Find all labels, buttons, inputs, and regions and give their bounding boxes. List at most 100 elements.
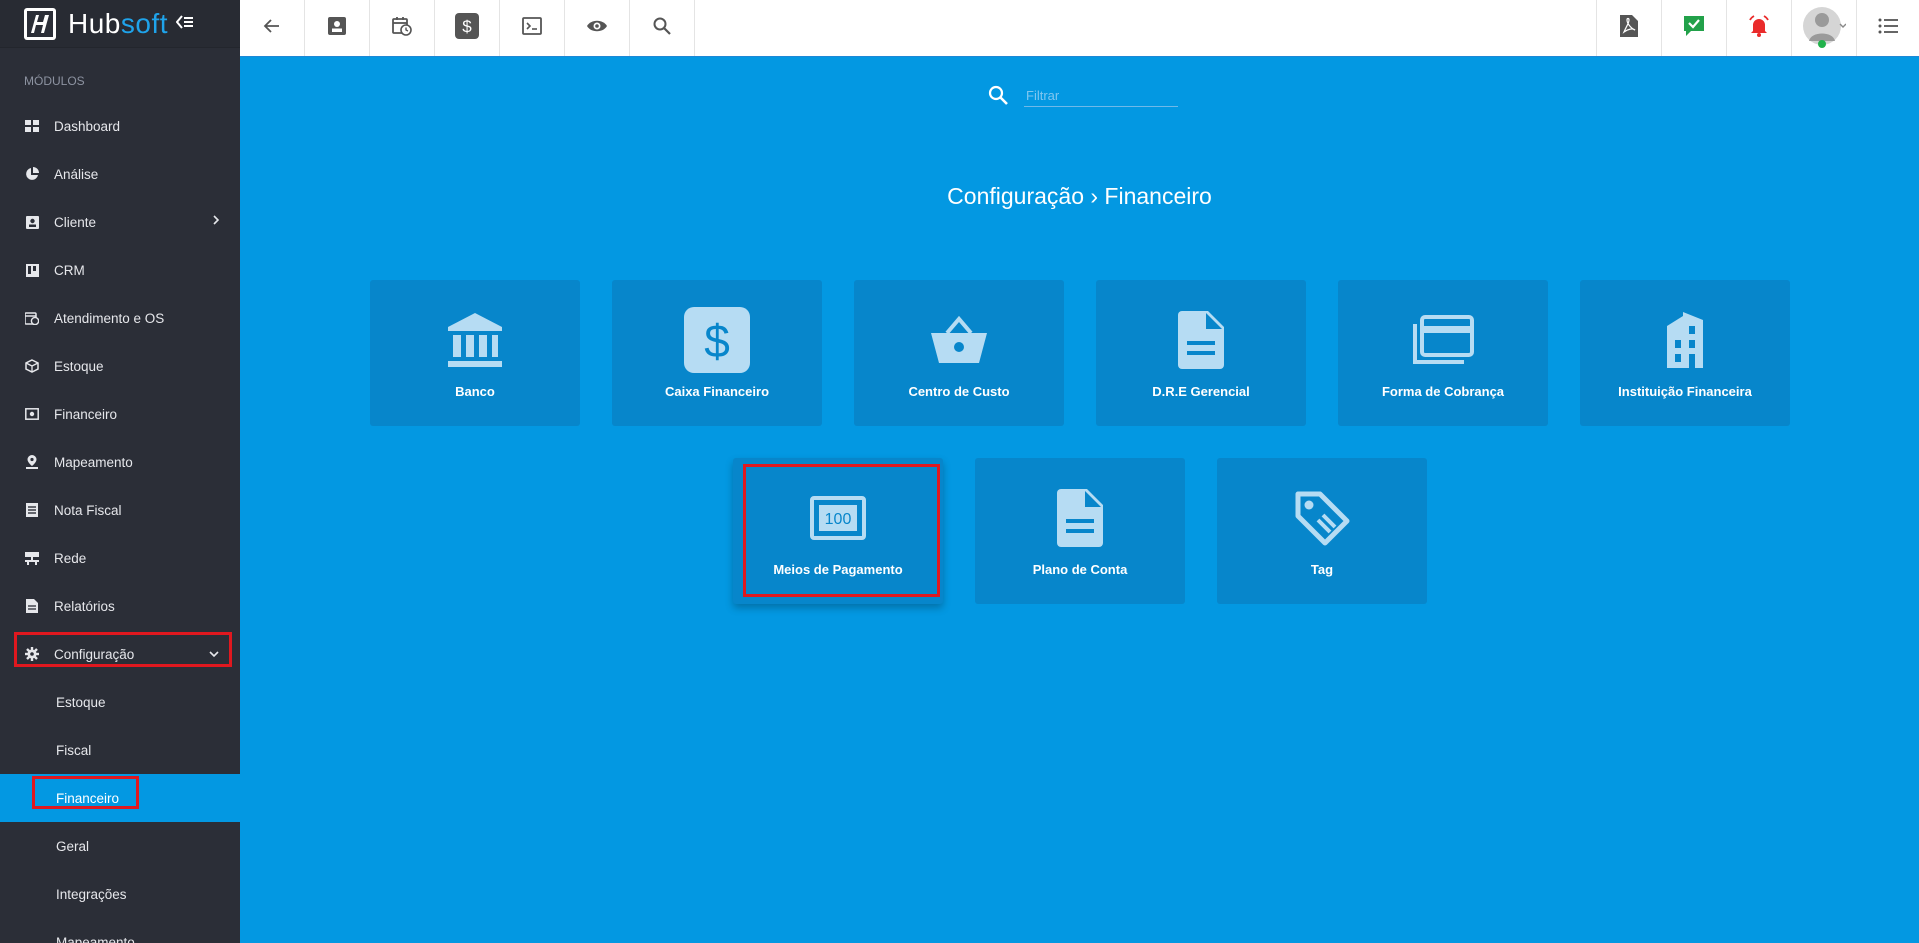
tile-banco[interactable]: Banco <box>370 280 580 426</box>
search-button[interactable] <box>630 0 695 56</box>
document-icon <box>1178 306 1224 374</box>
main-menu-button[interactable] <box>1856 0 1919 56</box>
tile-tag[interactable]: Tag <box>1217 458 1427 604</box>
dollar-icon: $ <box>455 12 479 44</box>
topbar: $ <box>240 0 1919 57</box>
calendar-clock-icon <box>392 16 412 41</box>
sidebar-item-label: Atendimento e OS <box>54 310 165 326</box>
sidebar-item-label: Relatórios <box>54 598 115 614</box>
search-icon <box>988 85 1008 110</box>
sidebar-item-label: Cliente <box>54 214 97 230</box>
tile-plano-de-conta[interactable]: Plano de Conta <box>975 458 1185 604</box>
sidebar-item-cliente[interactable]: Cliente <box>0 198 240 246</box>
sidebar-item-nota-fiscal[interactable]: Nota Fiscal <box>0 486 240 534</box>
sidebar: Hubsoft MÓDULOS Dashboard Análise Client… <box>0 0 240 943</box>
sidebar-item-label: Mapeamento <box>54 454 133 470</box>
task-check-icon <box>1683 15 1705 42</box>
dashboard-icon <box>24 118 40 134</box>
tile-dre-gerencial[interactable]: D.R.E Gerencial <box>1096 280 1306 426</box>
pdf-icon <box>1620 14 1638 42</box>
back-arrow-icon <box>263 18 281 39</box>
search-icon <box>653 17 671 40</box>
sidebar-item-label: Mapeamento <box>56 934 135 943</box>
page-title: Configuração › Financeiro <box>947 183 1212 209</box>
calendar-clock-icon <box>24 310 40 326</box>
sidebar-subitem-estoque[interactable]: Estoque <box>0 678 240 726</box>
terminal-icon <box>522 16 542 40</box>
sidebar-subitem-mapeamento[interactable]: Mapeamento <box>0 918 240 943</box>
hubsoft-logo-icon <box>24 7 56 40</box>
schedule-button[interactable] <box>370 0 435 56</box>
chevron-down-icon <box>208 646 220 661</box>
sidebar-item-configuracao[interactable]: Configuração <box>0 630 240 678</box>
chevron-right-icon <box>212 214 220 229</box>
cards-icon <box>1412 306 1474 374</box>
sidebar-item-estoque[interactable]: Estoque <box>0 342 240 390</box>
tasks-button[interactable] <box>1661 0 1726 56</box>
tile-label: Banco <box>455 384 495 399</box>
sidebar-item-label: Dashboard <box>54 118 121 134</box>
eye-icon <box>586 19 608 38</box>
sidebar-item-dashboard[interactable]: Dashboard <box>0 102 240 150</box>
tile-forma-de-cobranca[interactable]: Forma de Cobrança <box>1338 280 1548 426</box>
highlight-meios-de-pagamento <box>743 464 940 597</box>
sidebar-subitem-fiscal[interactable]: Fiscal <box>0 726 240 774</box>
svg-text:$: $ <box>462 17 472 36</box>
sidebar-item-label: Integrações <box>56 886 127 902</box>
sidebar-item-label: Estoque <box>56 694 106 710</box>
sidebar-item-crm[interactable]: CRM <box>0 246 240 294</box>
clients-button[interactable] <box>305 0 370 56</box>
sidebar-item-atendimento[interactable]: Atendimento e OS <box>0 294 240 342</box>
tile-label: D.R.E Gerencial <box>1152 384 1250 399</box>
sidebar-item-label: Financeiro <box>54 406 118 422</box>
alarm-bell-icon <box>1747 14 1771 42</box>
pie-chart-icon <box>24 166 40 182</box>
gear-icon <box>24 646 40 662</box>
user-avatar <box>1802 4 1847 53</box>
receipt-icon <box>24 502 40 518</box>
pdf-button[interactable] <box>1596 0 1661 56</box>
sidebar-item-rede[interactable]: Rede <box>0 534 240 582</box>
tile-label: Caixa Financeiro <box>664 384 770 399</box>
dollar-box-icon: $ <box>684 306 750 374</box>
tile-label: Centro de Custo <box>908 384 1010 399</box>
sidebar-item-label: Estoque <box>54 358 104 374</box>
tag-icon <box>1294 484 1350 552</box>
tile-instituicao-financeira[interactable]: Instituição Financeira <box>1580 280 1790 426</box>
view-button[interactable] <box>565 0 630 56</box>
sidebar-item-relatorios[interactable]: Relatórios <box>0 582 240 630</box>
filter-field <box>988 82 1178 108</box>
document-icon <box>1057 484 1103 552</box>
tile-label: Instituição Financeira <box>1618 384 1752 399</box>
back-button[interactable] <box>240 0 305 56</box>
tile-centro-de-custo[interactable]: Centro de Custo <box>854 280 1064 426</box>
sidebar-subitem-geral[interactable]: Geral <box>0 822 240 870</box>
map-pin-icon <box>24 454 40 470</box>
sidebar-item-label: CRM <box>54 262 85 278</box>
filter-input[interactable] <box>1024 84 1178 107</box>
tile-label: Forma de Cobrança <box>1381 384 1505 399</box>
sidebar-item-analise[interactable]: Análise <box>0 150 240 198</box>
report-icon <box>24 598 40 614</box>
sidebar-item-label: Rede <box>54 550 87 566</box>
network-icon <box>24 550 40 566</box>
sidebar-section-label: MÓDULOS <box>24 74 85 88</box>
sidebar-item-financeiro[interactable]: Financeiro <box>0 390 240 438</box>
sidebar-item-label: Configuração <box>54 646 135 662</box>
tile-caixa-financeiro[interactable]: $ Caixa Financeiro <box>612 280 822 426</box>
terminal-button[interactable] <box>500 0 565 56</box>
alarms-button[interactable] <box>1726 0 1791 56</box>
sidebar-subitem-integracoes[interactable]: Integrações <box>0 870 240 918</box>
menu-collapse-icon[interactable] <box>175 13 194 34</box>
contact-card-icon <box>328 16 346 40</box>
basket-icon <box>929 306 989 374</box>
user-menu-button[interactable] <box>1791 0 1856 56</box>
sidebar-item-mapeamento[interactable]: Mapeamento <box>0 438 240 486</box>
sidebar-subitem-financeiro[interactable]: Financeiro <box>0 774 240 822</box>
sidebar-item-label: Geral <box>56 838 90 854</box>
financial-button[interactable]: $ <box>435 0 500 56</box>
sidebar-item-label: Fiscal <box>56 742 92 758</box>
brand-name: Hubsoft <box>68 7 169 39</box>
contact-card-icon <box>24 214 40 230</box>
box-icon <box>24 358 40 374</box>
